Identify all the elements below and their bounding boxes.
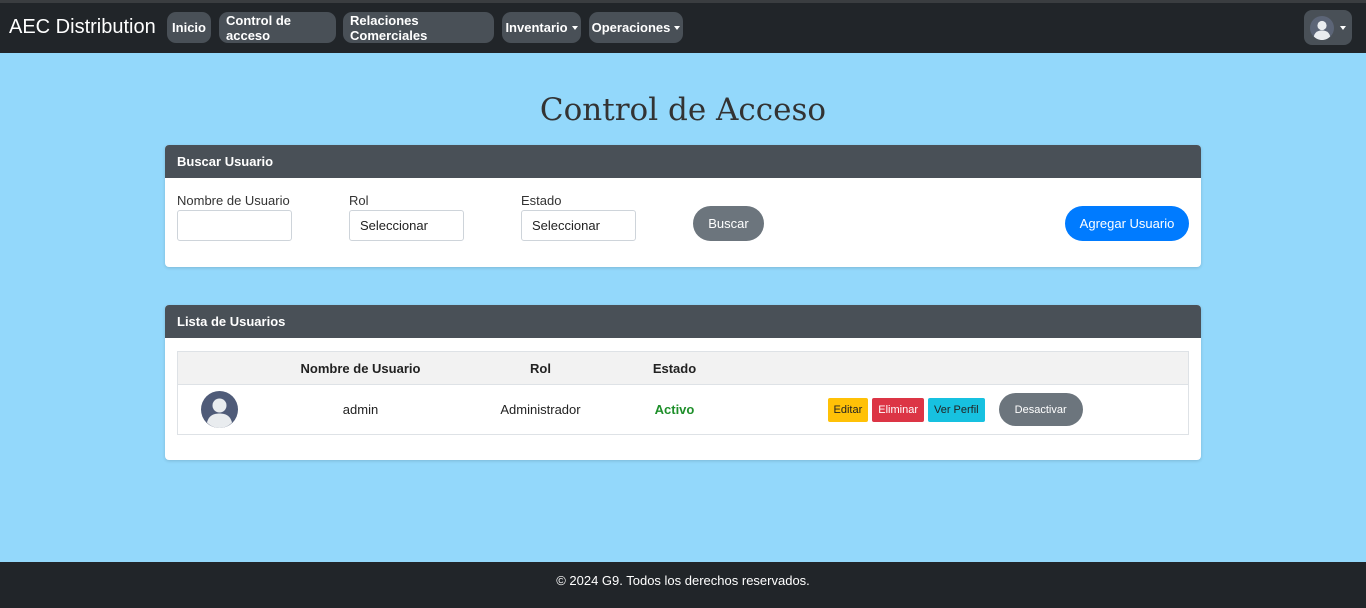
nav-item-inventario[interactable]: Inventario: [502, 12, 581, 43]
add-user-button[interactable]: Agregar Usuario: [1065, 206, 1189, 241]
edit-button[interactable]: Editar: [827, 397, 869, 422]
avatar-cell: [177, 384, 261, 435]
chevron-down-icon: [1340, 25, 1346, 30]
column-header-status: Estado: [620, 351, 729, 385]
username-input[interactable]: [177, 210, 292, 241]
status-select[interactable]: Seleccionar: [521, 210, 636, 241]
nav-item-operaciones[interactable]: Operaciones: [589, 12, 683, 43]
search-button[interactable]: Buscar: [693, 206, 764, 241]
user-avatar-icon: [200, 391, 238, 428]
nav-item-label: Inicio: [172, 20, 206, 35]
column-header-avatar: [177, 351, 261, 385]
table-header-row: Nombre de Usuario Rol Estado: [177, 351, 1189, 385]
deactivate-button[interactable]: Desactivar: [998, 393, 1083, 426]
footer: © 2024 G9. Todos los derechos reservados…: [0, 562, 1366, 608]
chevron-down-icon: [571, 25, 578, 30]
footer-copyright: © 2024 G9. Todos los derechos reservados…: [556, 573, 810, 588]
role-label: Rol: [349, 193, 369, 208]
actions-cell: Editar Eliminar Ver Perfil Desactivar: [728, 384, 1189, 435]
nav-item-relaciones-comerciales[interactable]: Relaciones Comerciales: [343, 12, 494, 43]
status-cell: Activo: [620, 384, 729, 435]
nav-item-label: Inventario: [505, 20, 568, 35]
nav-item-control-de-acceso[interactable]: Control de acceso: [219, 12, 336, 43]
chevron-down-icon: [674, 25, 681, 30]
nav-item-inicio[interactable]: Inicio: [167, 12, 211, 43]
column-header-username: Nombre de Usuario: [260, 351, 461, 385]
view-profile-button[interactable]: Ver Perfil: [927, 397, 985, 422]
column-header-role: Rol: [460, 351, 621, 385]
user-menu-button[interactable]: [1304, 10, 1352, 45]
user-list-card: Lista de Usuarios Nombre de Usuario Rol …: [165, 305, 1201, 460]
nav-item-label: Control de acceso: [226, 12, 291, 43]
role-select[interactable]: Seleccionar: [349, 210, 464, 241]
user-list-card-header: Lista de Usuarios: [165, 305, 1201, 338]
username-label: Nombre de Usuario: [177, 193, 290, 208]
user-avatar-icon: [1310, 15, 1334, 40]
search-card-header: Buscar Usuario: [165, 145, 1201, 178]
nav-item-label: Operaciones: [591, 20, 671, 35]
delete-button[interactable]: Eliminar: [872, 397, 924, 422]
top-navbar: AEC Distribution Inicio Control de acces…: [0, 0, 1366, 53]
nav-item-label: Relaciones Comerciales: [350, 12, 428, 43]
status-label: Estado: [521, 193, 562, 208]
username-cell: admin: [260, 384, 461, 435]
column-header-actions: [728, 351, 1189, 385]
role-cell: Administrador: [460, 384, 621, 435]
table-row: admin Administrador Activo Editar Elimina…: [177, 384, 1189, 435]
page-title: Control de Acceso: [539, 92, 827, 128]
brand-logo[interactable]: AEC Distribution: [9, 16, 156, 39]
search-card: Buscar Usuario Nombre de Usuario Rol Sel…: [165, 145, 1201, 267]
users-table: Nombre de Usuario Rol Estado admin Admin…: [177, 351, 1189, 435]
